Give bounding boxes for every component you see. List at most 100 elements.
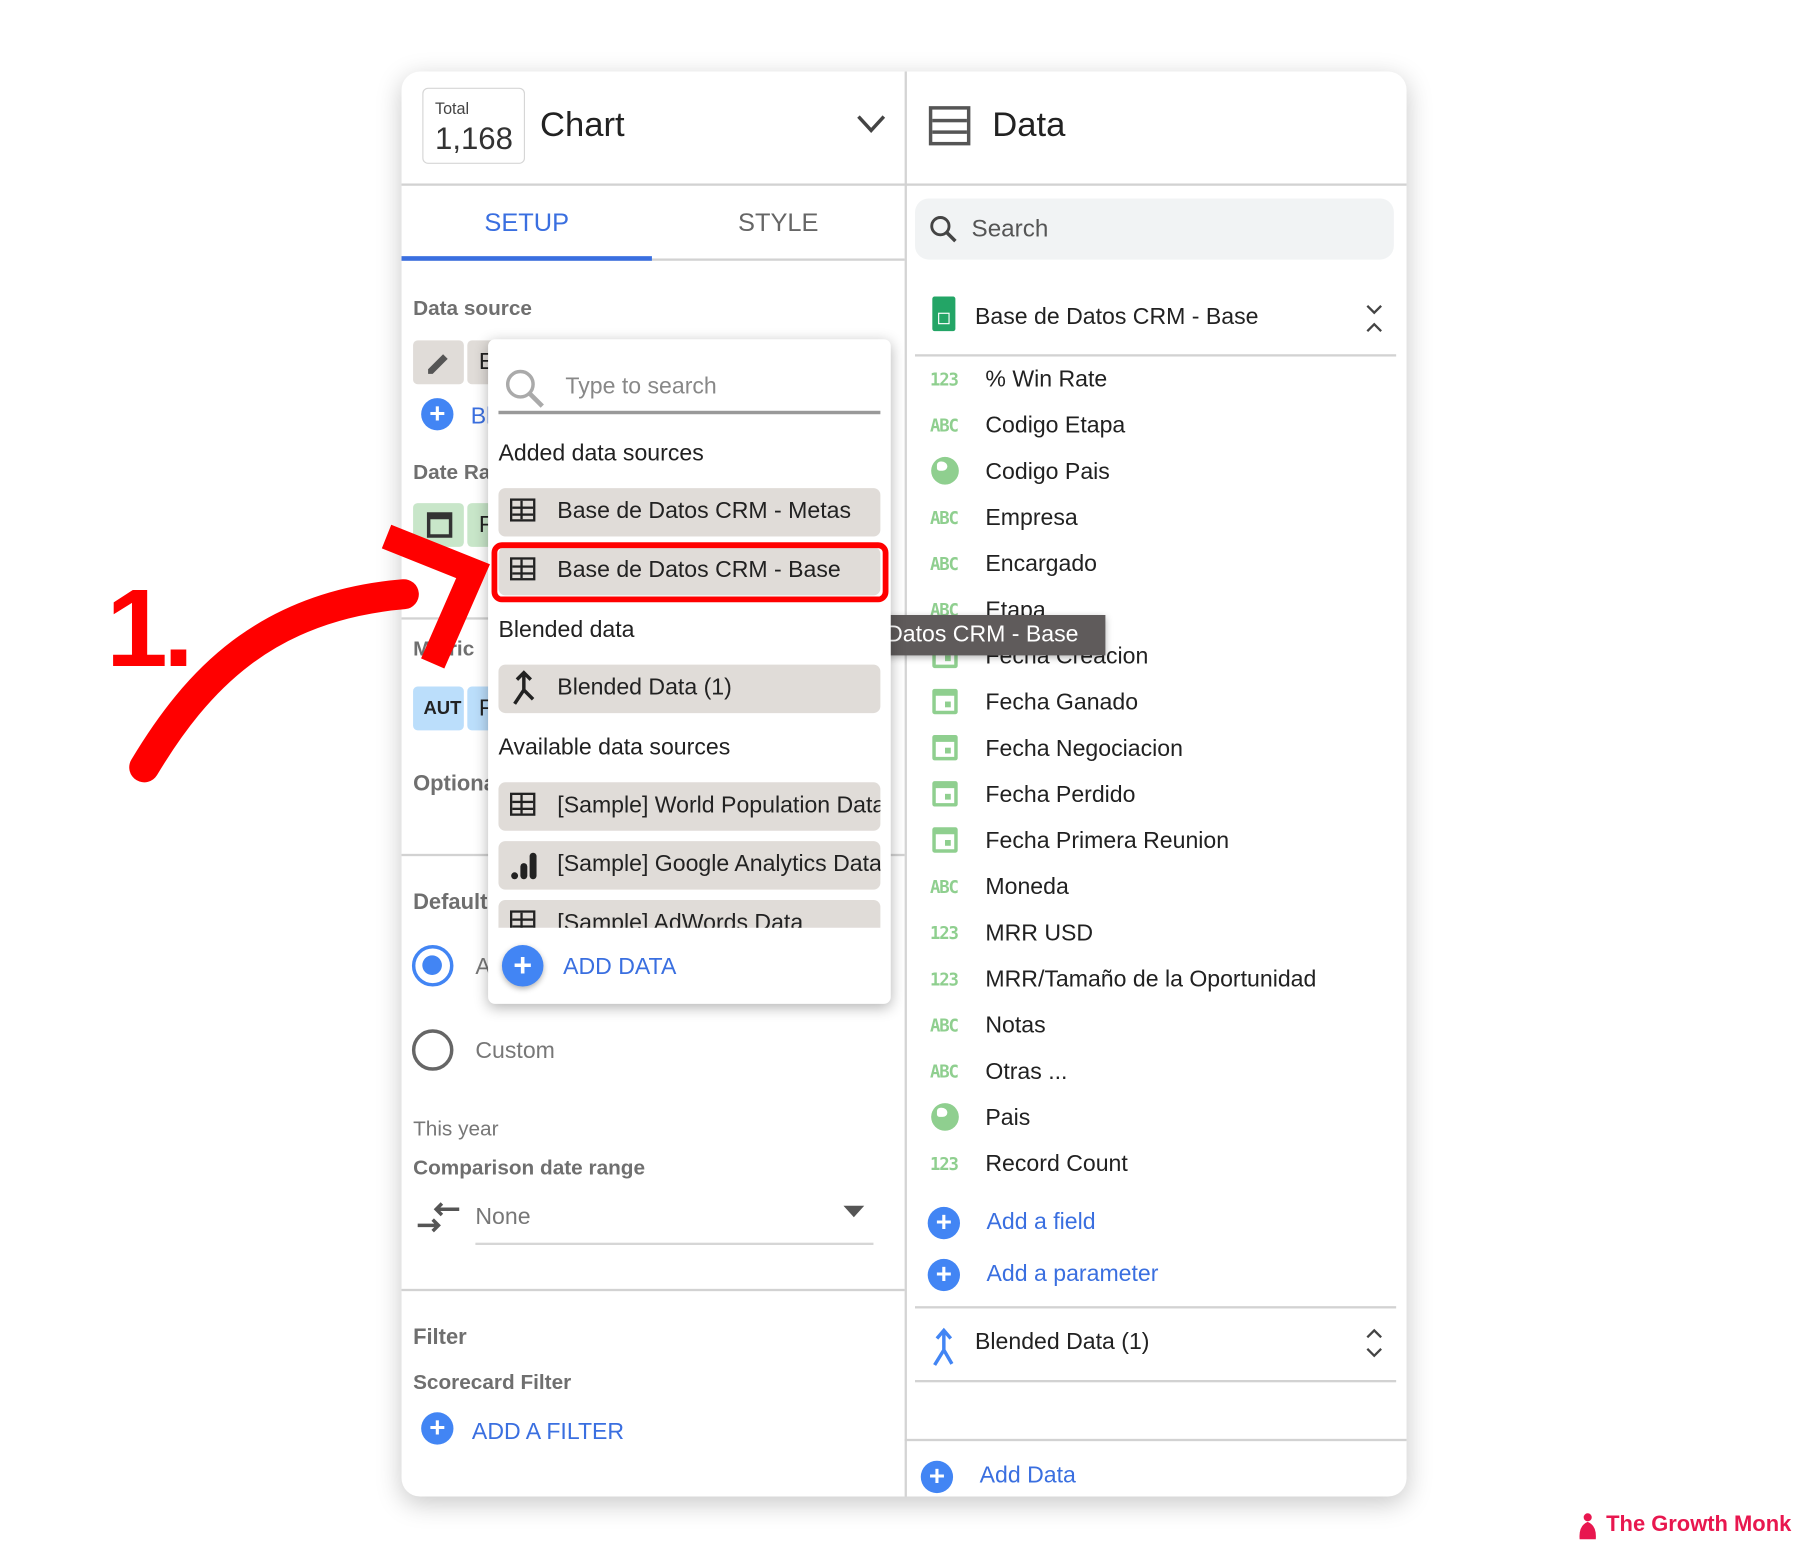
dropdown-add-data-plus-icon[interactable]: + xyxy=(501,945,544,987)
number-type-icon: 123 xyxy=(930,1153,959,1175)
comparison-select[interactable]: None xyxy=(475,1200,874,1246)
search-placeholder: Search xyxy=(971,215,1049,243)
radio-custom[interactable] xyxy=(411,1029,454,1071)
data-panel-icon xyxy=(928,106,971,146)
tab-indicator xyxy=(401,256,652,261)
field-name: Otras ... xyxy=(985,1059,1068,1085)
collapse-icon[interactable] xyxy=(1365,302,1383,334)
dropdown-item-world-population[interactable]: [Sample] World Population Data xyxy=(498,782,881,831)
item-label: Blended Data (1) xyxy=(557,675,732,701)
chevron-down-icon[interactable] xyxy=(855,113,887,136)
text-type-icon: ABC xyxy=(930,1015,959,1037)
text-type-icon: ABC xyxy=(930,553,959,575)
comparison-value: None xyxy=(475,1204,531,1231)
text-type-icon: ABC xyxy=(930,507,959,529)
filter-label: Filter xyxy=(413,1325,467,1351)
chart-type-title[interactable]: Chart xyxy=(540,106,625,145)
calendar-icon xyxy=(932,688,958,715)
blend-icon xyxy=(933,1327,954,1366)
added-data-sources-header: Added data sources xyxy=(498,440,704,467)
radio-custom-label: Custom xyxy=(475,1038,555,1064)
table-icon xyxy=(510,498,536,522)
edit-data-source-button[interactable] xyxy=(413,340,464,385)
field-name: Notas xyxy=(985,1013,1046,1039)
dropdown-search-input[interactable]: Type to search xyxy=(498,367,881,415)
text-type-icon: ABC xyxy=(930,415,959,437)
number-type-icon: 123 xyxy=(930,923,959,944)
radio-auto[interactable] xyxy=(411,945,454,987)
google-sheets-icon xyxy=(932,296,956,332)
dropdown-item-google-analytics[interactable]: [Sample] Google Analytics Data xyxy=(498,841,881,890)
pencil-icon xyxy=(428,354,448,374)
globe-icon xyxy=(931,456,959,485)
compare-arrows-icon xyxy=(417,1202,460,1233)
total-box: Total 1,168 xyxy=(422,87,526,164)
field-name: Empresa xyxy=(985,505,1078,531)
blend-plus-icon[interactable]: + xyxy=(421,398,454,431)
field-name: Pais xyxy=(985,1105,1031,1131)
field-name: Record Count xyxy=(985,1151,1128,1177)
highlight-box xyxy=(491,542,889,603)
table-icon xyxy=(510,910,536,928)
field-name: Fecha Primera Reunion xyxy=(985,828,1230,854)
dropdown-item-blended[interactable]: Blended Data (1) xyxy=(498,664,881,714)
add-filter-button[interactable]: ADD A FILTER xyxy=(472,1419,624,1446)
comparison-date-range-label: Comparison date range xyxy=(413,1156,646,1180)
total-value: 1,168 xyxy=(435,121,513,156)
scorecard-filter-label: Scorecard Filter xyxy=(413,1370,572,1394)
caret-down-icon xyxy=(843,1205,865,1218)
data-panel-title: Data xyxy=(992,106,1066,145)
field-name: Fecha Ganado xyxy=(985,690,1139,716)
blend-icon xyxy=(513,670,535,705)
panel-divider xyxy=(904,71,907,1497)
blended-source-selector[interactable]: Blended Data (1) xyxy=(915,1315,1397,1383)
field-search-input[interactable]: Search xyxy=(915,198,1394,260)
header-divider xyxy=(401,183,1407,186)
available-data-sources-header: Available data sources xyxy=(498,735,731,761)
total-label: Total xyxy=(435,99,470,118)
add-filter-plus-icon[interactable]: + xyxy=(421,1412,454,1445)
search-icon xyxy=(930,216,957,243)
number-type-icon: 123 xyxy=(930,369,959,391)
field-name: Fecha Perdido xyxy=(985,782,1136,808)
text-type-icon: ABC xyxy=(930,876,959,898)
table-icon xyxy=(510,792,536,816)
expand-icon[interactable] xyxy=(1365,1327,1383,1359)
red-arrow-annotation xyxy=(129,524,490,783)
watermark-text: The Growth Monk xyxy=(1606,1512,1792,1537)
field-name: MRR/Tamaño de la Oportunidad xyxy=(985,966,1317,993)
item-label: Base de Datos CRM - Metas xyxy=(557,498,852,524)
default-date-range-label: Default xyxy=(413,890,488,916)
field-name: Encargado xyxy=(985,551,1098,577)
data-source-selector[interactable]: Base de Datos CRM - Base xyxy=(915,291,1397,357)
dropdown-item-adwords[interactable]: [Sample] AdWords Data xyxy=(498,900,881,928)
tab-setup[interactable]: SETUP xyxy=(402,208,652,238)
globe-icon xyxy=(931,1103,959,1131)
field-name: MRR USD xyxy=(985,920,1094,947)
text-type-icon: ABC xyxy=(930,1061,959,1083)
add-field-plus-icon[interactable]: + xyxy=(927,1206,961,1240)
data-source-label: Data source xyxy=(413,296,532,320)
add-field-link[interactable]: Add a field xyxy=(987,1209,1096,1236)
this-year-text: This year xyxy=(413,1116,499,1141)
calendar-icon xyxy=(932,781,958,807)
dropdown-item-metas[interactable]: Base de Datos CRM - Metas xyxy=(498,488,881,537)
item-label: [Sample] AdWords Data xyxy=(557,910,804,928)
add-parameter-plus-icon[interactable]: + xyxy=(927,1258,961,1292)
blended-source-name: Blended Data (1) xyxy=(975,1329,1150,1355)
field-name: Codigo Etapa xyxy=(985,413,1126,439)
field-name: Moneda xyxy=(985,874,1069,901)
blended-data-header: Blended data xyxy=(498,617,635,643)
add-data-link[interactable]: Add Data xyxy=(980,1463,1076,1490)
calendar-icon xyxy=(932,735,958,761)
item-label: [Sample] World Population Data xyxy=(557,792,881,819)
number-type-icon: 123 xyxy=(930,969,959,991)
data-source-name: Base de Datos CRM - Base xyxy=(975,304,1259,331)
item-label: [Sample] Google Analytics Data xyxy=(557,851,881,877)
dropdown-add-data-button[interactable]: ADD DATA xyxy=(563,954,676,981)
add-parameter-link[interactable]: Add a parameter xyxy=(987,1261,1159,1288)
section-divider xyxy=(401,1288,905,1292)
add-data-plus-icon[interactable]: + xyxy=(920,1460,954,1494)
field-name: Codigo Pais xyxy=(985,459,1110,485)
tab-style[interactable]: STYLE xyxy=(652,208,905,238)
